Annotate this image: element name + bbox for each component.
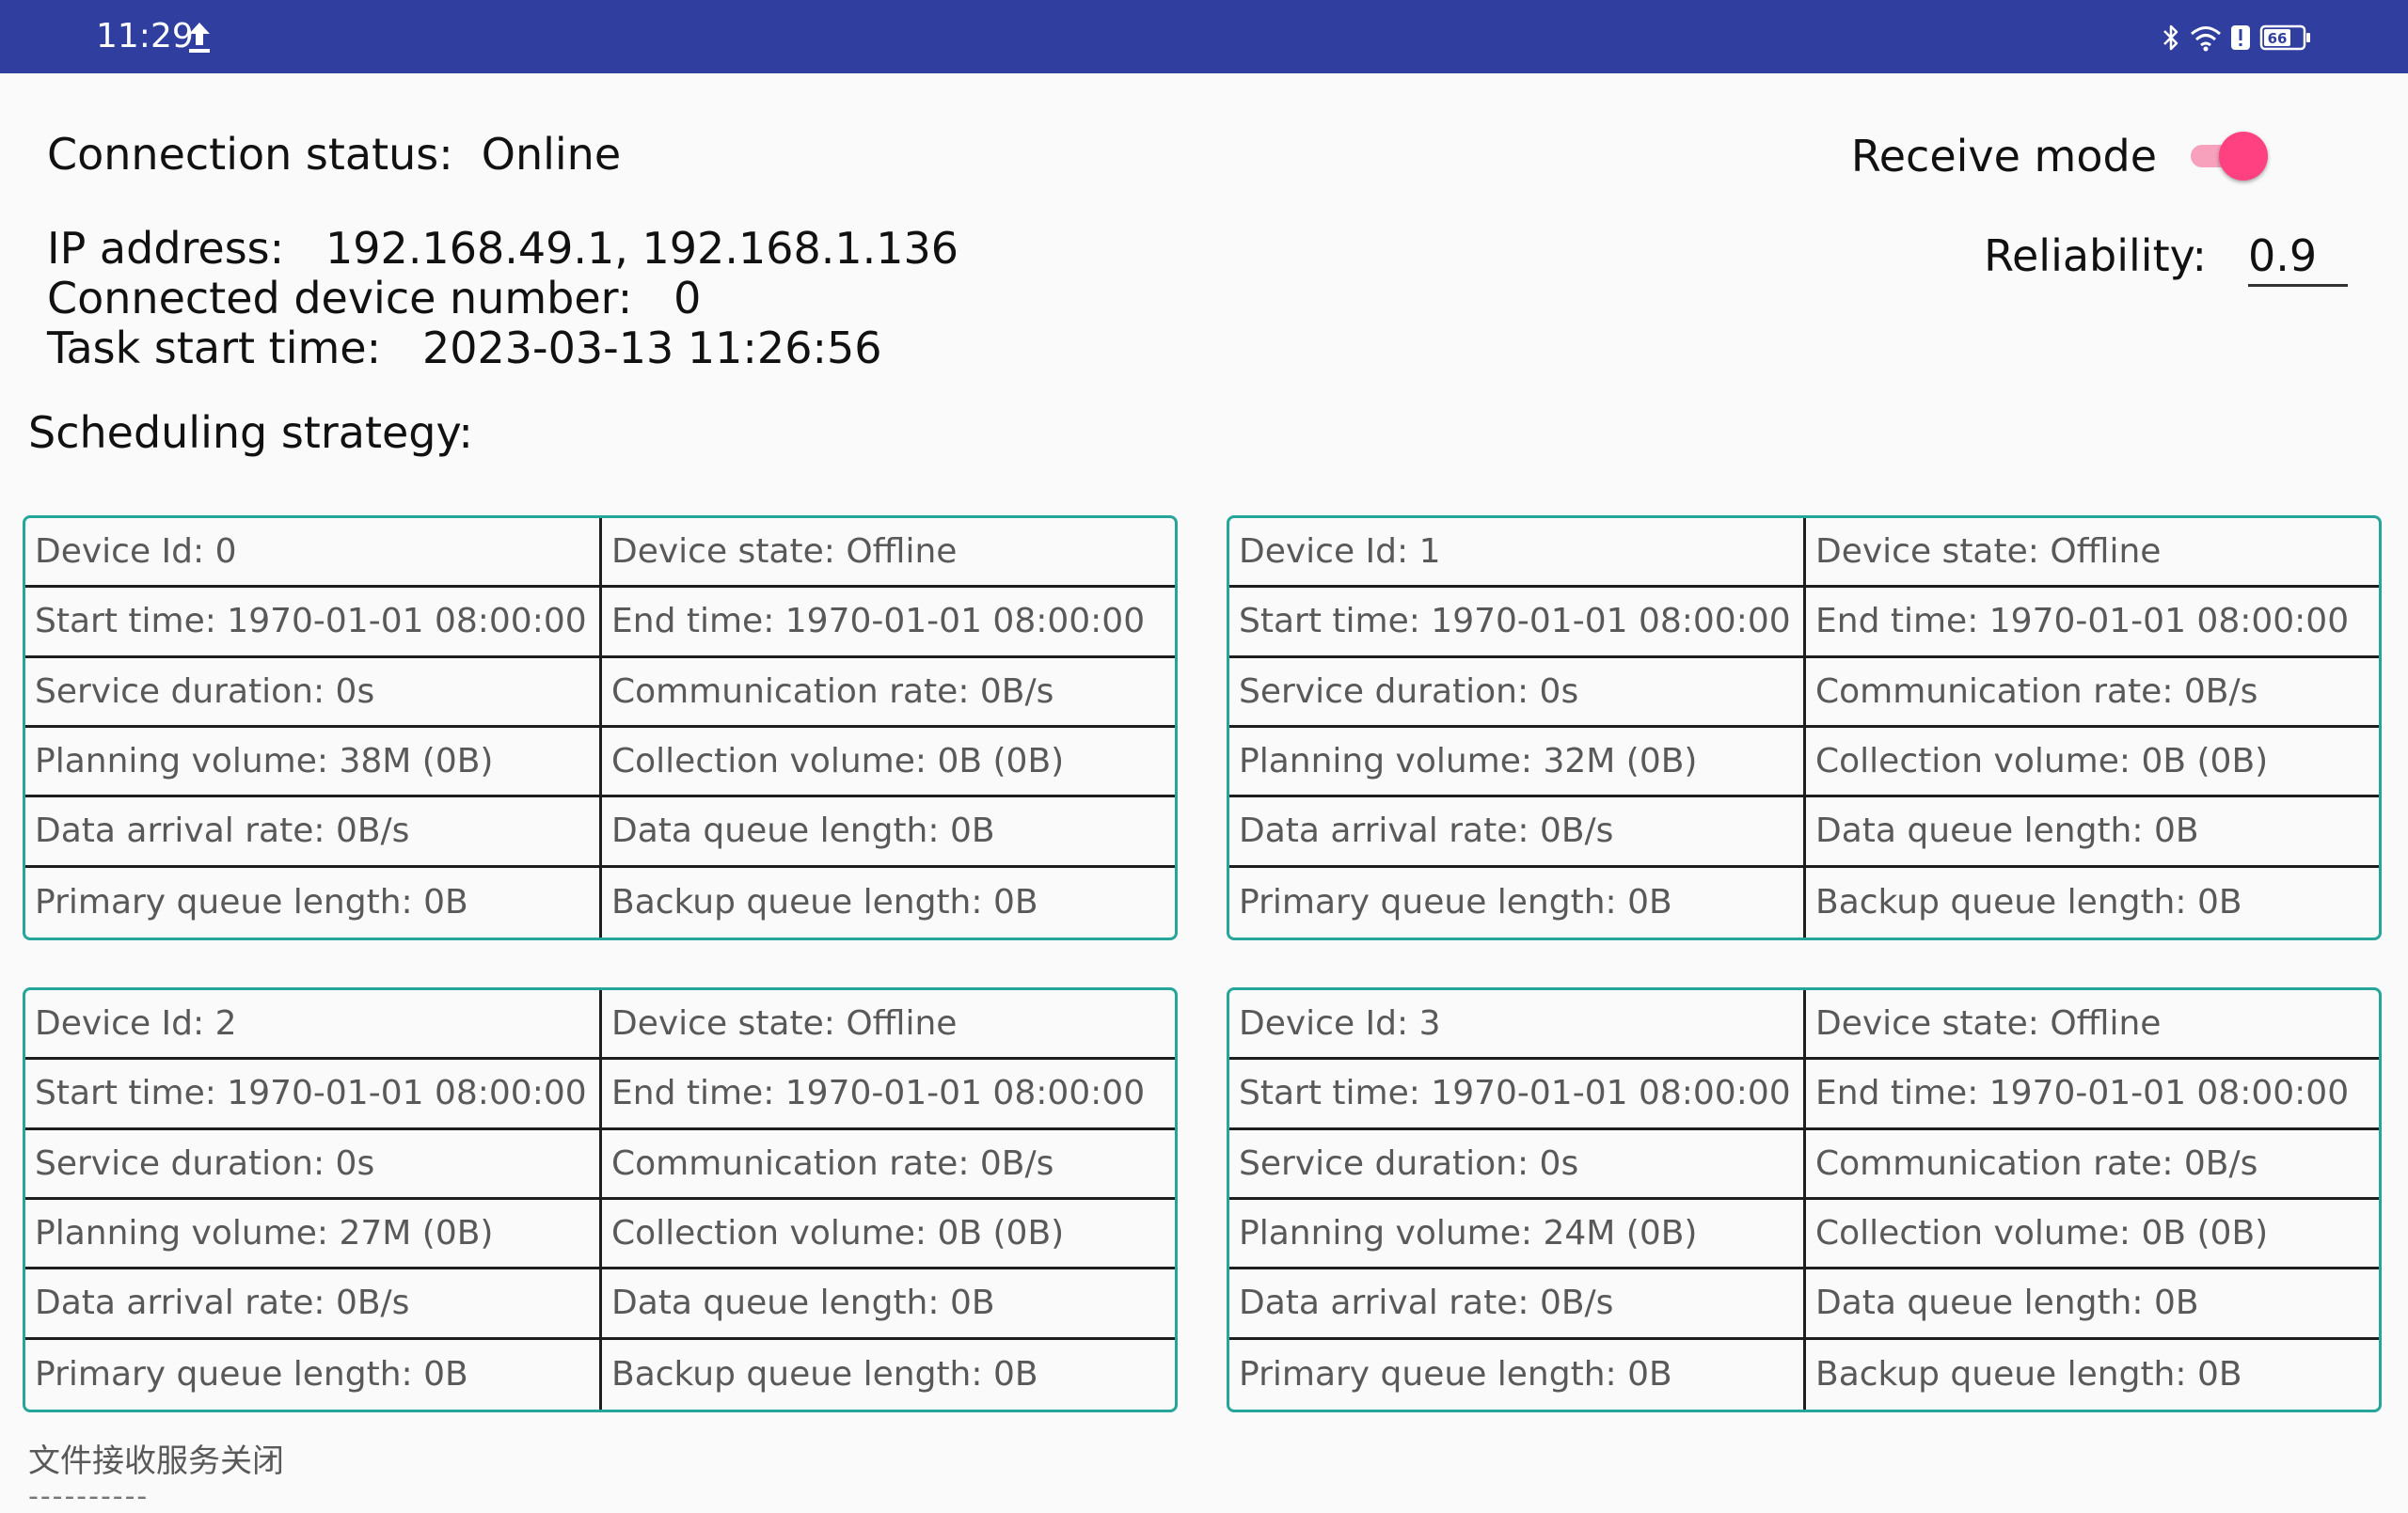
table-cell: Data arrival rate: 0B/s bbox=[1229, 1269, 1806, 1340]
table-cell: Service duration: 0s bbox=[1229, 1129, 1806, 1200]
receive-mode-label: Receive mode bbox=[1850, 131, 2157, 181]
table-cell: Data queue length: 0B bbox=[602, 1269, 1175, 1340]
table-cell: Data arrival rate: 0B/s bbox=[25, 797, 602, 868]
table-cell: Device state: Offline bbox=[1806, 990, 2379, 1061]
table-cell: Device Id: 0 bbox=[25, 518, 602, 589]
status-icons: 66 bbox=[2160, 19, 2312, 56]
device-table: Device Id: 2 Device state: Offline Start t… bbox=[23, 987, 1178, 1412]
table-cell: End time: 1970-01-01 08:00:00 bbox=[1806, 1060, 2379, 1130]
table-cell: Backup queue length: 0B bbox=[611, 1355, 1038, 1395]
scheduling-strategy-title: Scheduling strategy: bbox=[28, 407, 473, 458]
table-cell: Communication rate: 0B/s bbox=[1806, 658, 2379, 728]
table-cell: Device state: Offline bbox=[602, 990, 1175, 1061]
table-cell: Device state: Offline bbox=[602, 518, 1175, 589]
ip-address-line: IP address: 192.168.49.1, 192.168.1.136 bbox=[47, 223, 959, 274]
table-cell: Backup queue length: 0B bbox=[1815, 883, 2242, 922]
table-cell: Device Id: 1 bbox=[1229, 518, 1806, 589]
table-cell: Primary queue length: 0B bbox=[1229, 1339, 1806, 1410]
reliability-label: Reliability: bbox=[1984, 230, 2207, 281]
table-cell: Planning volume: 38M (0B) bbox=[25, 728, 602, 798]
connection-status: Connection status: Online bbox=[47, 128, 621, 181]
main-content: Connection status: Online IP address: 192… bbox=[0, 73, 2408, 1513]
table-cell: Data queue length: 0B bbox=[602, 797, 1175, 868]
table-cell: End time: 1970-01-01 08:00:00 bbox=[602, 1060, 1175, 1130]
table-cell: Planning volume: 24M (0B) bbox=[1229, 1200, 1806, 1270]
table-cell: Data queue length: 0B bbox=[1806, 797, 2379, 868]
table-cell: Planning volume: 27M (0B) bbox=[25, 1200, 602, 1270]
connection-status-label: Connection status: bbox=[47, 129, 453, 180]
table-cell: Start time: 1970-01-01 08:00:00 bbox=[25, 588, 602, 658]
table-cell: Service duration: 0s bbox=[25, 657, 602, 728]
table-cell: Backup queue length: 0B bbox=[611, 883, 1038, 922]
table-cell: Primary queue length: 0B bbox=[25, 1339, 602, 1410]
reliability: Reliability: bbox=[1984, 228, 2348, 287]
device-table: Device Id: 1 Device state: Offline Start t… bbox=[1227, 515, 2382, 940]
table-cell: Collection volume: 0B (0B) bbox=[1806, 1200, 2379, 1270]
connection-status-value: Online bbox=[481, 129, 622, 180]
toggle-thumb bbox=[2219, 132, 2268, 181]
battery-level: 66 bbox=[2268, 30, 2288, 47]
device-table: Device Id: 0 Device state: Offline Start t… bbox=[23, 515, 1178, 940]
bluetooth-icon bbox=[2163, 24, 2178, 51]
table-cell: Communication rate: 0B/s bbox=[1806, 1130, 2379, 1200]
table-cell: Start time: 1970-01-01 08:00:00 bbox=[25, 1060, 602, 1130]
footer-divider: ---------- bbox=[28, 1480, 150, 1513]
table-cell: Communication rate: 0B/s bbox=[602, 658, 1175, 728]
table-cell: Collection volume: 0B (0B) bbox=[602, 1200, 1175, 1270]
receive-mode-toggle[interactable] bbox=[2187, 128, 2268, 184]
table-cell: Service duration: 0s bbox=[25, 1129, 602, 1200]
task-start-line: Task start time: 2023-03-13 11:26:56 bbox=[47, 323, 882, 373]
table-cell: Collection volume: 0B (0B) bbox=[602, 728, 1175, 798]
reliability-input[interactable] bbox=[2248, 228, 2348, 287]
table-cell: Data arrival rate: 0B/s bbox=[1229, 797, 1806, 868]
file-service-status: 文件接收服务关闭 bbox=[28, 1442, 284, 1480]
table-cell: Backup queue length: 0B bbox=[1815, 1355, 2242, 1395]
table-cell: Start time: 1970-01-01 08:00:00 bbox=[1229, 588, 1806, 658]
table-cell: Data arrival rate: 0B/s bbox=[25, 1269, 602, 1340]
device-count-line: Connected device number: 0 bbox=[47, 273, 702, 323]
upload-icon bbox=[189, 23, 210, 53]
table-cell: Communication rate: 0B/s bbox=[602, 1130, 1175, 1200]
table-cell: Planning volume: 32M (0B) bbox=[1229, 728, 1806, 798]
receive-mode: Receive mode bbox=[1850, 128, 2268, 184]
table-cell: Device Id: 3 bbox=[1229, 990, 1806, 1061]
table-cell: Device state: Offline bbox=[1806, 518, 2379, 589]
table-cell: Service duration: 0s bbox=[1229, 657, 1806, 728]
table-cell: Start time: 1970-01-01 08:00:00 bbox=[1229, 1060, 1806, 1130]
table-cell: Device Id: 2 bbox=[25, 990, 602, 1061]
status-bar: 11:29 66 bbox=[0, 0, 2408, 73]
status-time: 11:29 bbox=[96, 17, 194, 55]
table-cell: Primary queue length: 0B bbox=[1229, 867, 1806, 938]
table-cell: Primary queue length: 0B bbox=[25, 867, 602, 938]
table-cell: Collection volume: 0B (0B) bbox=[1806, 728, 2379, 798]
alert-icon bbox=[2231, 25, 2250, 50]
device-table: Device Id: 3 Device state: Offline Start t… bbox=[1227, 987, 2382, 1412]
info-block: IP address: 192.168.49.1, 192.168.1.136 … bbox=[47, 224, 958, 373]
table-cell: Data queue length: 0B bbox=[1806, 1269, 2379, 1340]
table-cell: End time: 1970-01-01 08:00:00 bbox=[602, 588, 1175, 658]
battery-icon: 66 bbox=[2259, 24, 2310, 51]
table-cell: End time: 1970-01-01 08:00:00 bbox=[1806, 588, 2379, 658]
wifi-icon bbox=[2191, 26, 2221, 52]
